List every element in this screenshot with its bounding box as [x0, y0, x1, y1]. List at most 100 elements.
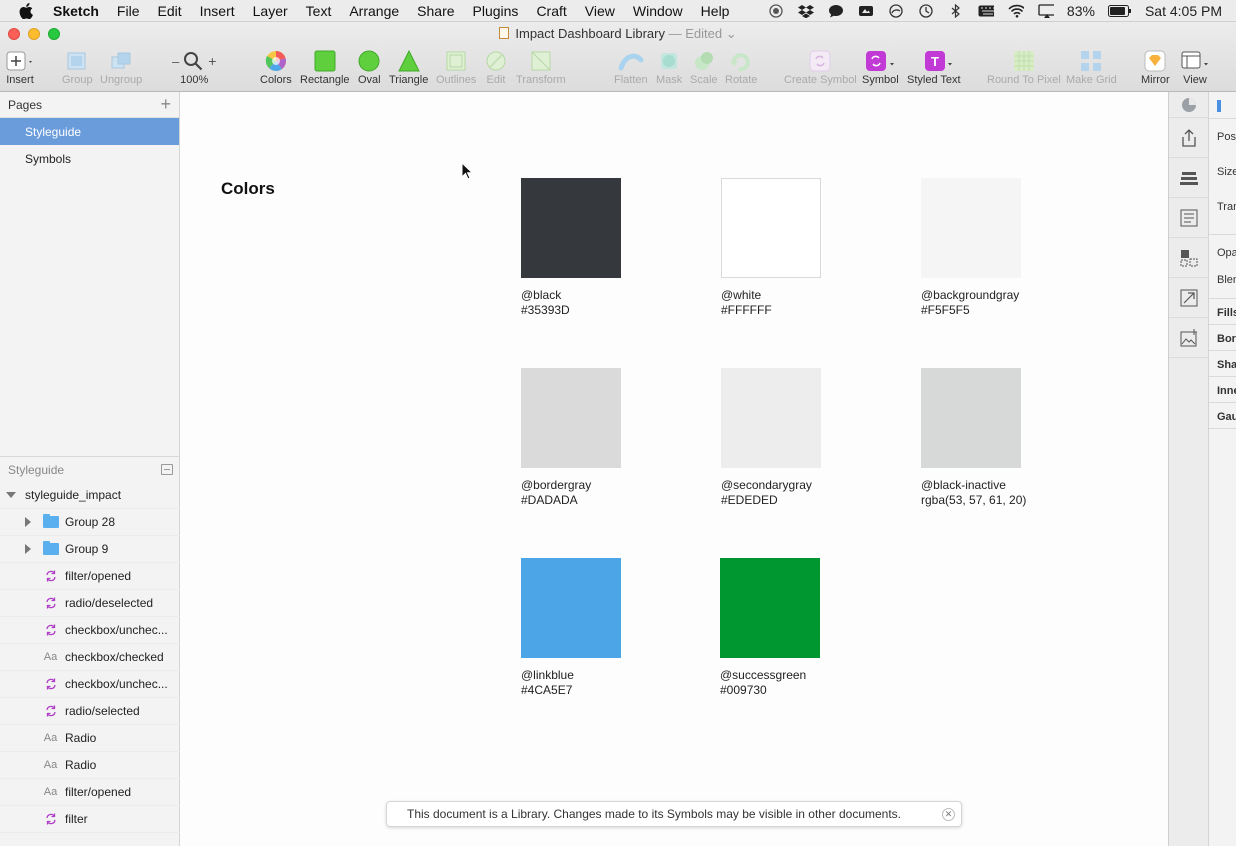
- menu-arrange[interactable]: Arrange: [349, 3, 399, 19]
- menu-clock[interactable]: Sat 4:05 PM: [1145, 3, 1222, 19]
- wifi-icon[interactable]: [1008, 4, 1024, 18]
- transform-button[interactable]: Transform: [516, 50, 566, 86]
- swatch-label[interactable]: @black #35393D: [521, 288, 570, 318]
- layer-item[interactable]: radio/selected: [0, 698, 180, 725]
- swatch-label[interactable]: @bordergray #DADADA: [521, 478, 591, 508]
- mask-button[interactable]: Mask: [656, 50, 682, 86]
- edit-button[interactable]: Edit: [485, 50, 507, 86]
- layers-stack-button[interactable]: [1169, 158, 1209, 198]
- loop-icon[interactable]: [888, 4, 904, 18]
- airplay-icon[interactable]: [1038, 4, 1054, 18]
- menu-insert[interactable]: Insert: [200, 3, 235, 19]
- zoom-control[interactable]: – + 100%: [172, 50, 216, 86]
- fills-section[interactable]: Fills: [1217, 307, 1236, 319]
- bluetooth-icon[interactable]: [948, 4, 964, 18]
- swatch-successgreen[interactable]: [720, 558, 820, 658]
- styled-text-button[interactable]: T Styled Text: [907, 50, 961, 86]
- edited-indicator[interactable]: — Edited: [669, 26, 722, 41]
- flatten-button[interactable]: Flatten: [614, 50, 648, 86]
- create-symbol-button[interactable]: Create Symbol: [784, 50, 857, 86]
- borders-section[interactable]: Bor: [1217, 333, 1236, 345]
- resize-button[interactable]: [1169, 278, 1209, 318]
- battery-icon[interactable]: [1107, 4, 1132, 18]
- menu-help[interactable]: Help: [701, 3, 730, 19]
- inner-shadows-section[interactable]: Inne: [1217, 385, 1236, 397]
- zoom-in-button[interactable]: +: [208, 53, 216, 69]
- align-left-icon[interactable]: [1217, 100, 1221, 112]
- add-page-icon[interactable]: +: [160, 95, 171, 113]
- triangle-tool-button[interactable]: Triangle: [389, 50, 428, 86]
- layer-item[interactable]: Aa Radio: [0, 752, 180, 779]
- layer-artboard[interactable]: styleguide_impact: [0, 482, 180, 509]
- insert-button[interactable]: Insert: [6, 50, 34, 86]
- swatch-bordergray[interactable]: [521, 368, 621, 468]
- layer-item[interactable]: Group 28: [0, 509, 180, 536]
- swatch-black[interactable]: [521, 178, 621, 278]
- menu-app[interactable]: Sketch: [53, 3, 99, 19]
- close-icon[interactable]: ✕: [942, 808, 955, 821]
- shadows-section[interactable]: Sha: [1217, 359, 1236, 371]
- symbol-button[interactable]: Symbol: [862, 50, 899, 86]
- outlines-button[interactable]: Outlines: [436, 50, 476, 86]
- chat-bubble-icon[interactable]: [828, 4, 844, 18]
- oval-tool-button[interactable]: Oval: [358, 50, 381, 86]
- menu-craft[interactable]: Craft: [536, 3, 566, 19]
- group-button[interactable]: Group: [62, 50, 93, 86]
- menu-file[interactable]: File: [117, 3, 140, 19]
- layer-item[interactable]: Aa filter/opened: [0, 779, 180, 806]
- record-icon[interactable]: [768, 4, 784, 18]
- swatch-linkblue[interactable]: [521, 558, 621, 658]
- text-list-button[interactable]: [1169, 198, 1209, 238]
- swatch-white[interactable]: [721, 178, 821, 278]
- align-objects-button[interactable]: [1169, 238, 1209, 278]
- swatch-label[interactable]: @linkblue #4CA5E7: [521, 668, 574, 698]
- layer-item[interactable]: filter: [0, 806, 180, 833]
- collapse-all-icon[interactable]: [161, 464, 173, 475]
- menu-text[interactable]: Text: [306, 3, 332, 19]
- style-tab[interactable]: [1169, 92, 1209, 118]
- disclosure-closed-icon[interactable]: [25, 544, 31, 554]
- gaussian-blur-section[interactable]: Gau: [1217, 411, 1236, 423]
- make-grid-button[interactable]: Make Grid: [1066, 50, 1117, 86]
- menu-view[interactable]: View: [585, 3, 615, 19]
- time-machine-icon[interactable]: [918, 4, 934, 18]
- cloud-drive-icon[interactable]: [858, 4, 874, 18]
- page-item-styleguide[interactable]: Styleguide: [0, 118, 179, 145]
- menu-plugins[interactable]: Plugins: [473, 3, 519, 19]
- disclosure-open-icon[interactable]: [6, 492, 16, 498]
- section-title[interactable]: Colors: [221, 179, 275, 199]
- rotate-button[interactable]: Rotate: [725, 50, 757, 86]
- mirror-button[interactable]: Mirror: [1141, 50, 1170, 86]
- disclosure-closed-icon[interactable]: [25, 517, 31, 527]
- layer-item[interactable]: radio/deselected: [0, 590, 180, 617]
- swatch-label[interactable]: @secondarygray #EDEDED: [721, 478, 812, 508]
- colors-button[interactable]: Colors: [260, 50, 292, 86]
- swatch-secondarygray[interactable]: [721, 368, 821, 468]
- rectangle-tool-button[interactable]: Rectangle: [300, 50, 350, 86]
- swatch-backgroundgray[interactable]: [921, 178, 1021, 278]
- swatch-black-inactive[interactable]: [921, 368, 1021, 468]
- chevron-down-icon[interactable]: ⌄: [726, 26, 737, 41]
- swatch-label[interactable]: @black-inactive rgba(53, 57, 61, 20): [921, 478, 1026, 508]
- page-item-symbols[interactable]: Symbols: [0, 145, 179, 172]
- menu-edit[interactable]: Edit: [157, 3, 181, 19]
- menu-layer[interactable]: Layer: [253, 3, 288, 19]
- dropbox-icon[interactable]: [797, 4, 814, 18]
- swatch-label[interactable]: @successgreen #009730: [720, 668, 806, 698]
- apple-icon[interactable]: [19, 2, 33, 19]
- menu-share[interactable]: Share: [417, 3, 454, 19]
- layer-item[interactable]: Aa Radio: [0, 725, 180, 752]
- swatch-label[interactable]: @backgroundgray #F5F5F5: [921, 288, 1019, 318]
- swatch-label[interactable]: @white #FFFFFF: [721, 288, 772, 318]
- layer-item[interactable]: filter/opened: [0, 563, 180, 590]
- ungroup-button[interactable]: Ungroup: [100, 50, 142, 86]
- image-export-button[interactable]: [1169, 318, 1209, 358]
- export-panel-button[interactable]: [1169, 118, 1209, 158]
- menu-window[interactable]: Window: [633, 3, 683, 19]
- scale-button[interactable]: Scale: [690, 50, 718, 86]
- keyboard-icon[interactable]: [978, 4, 994, 18]
- canvas[interactable]: Colors @black #35393D @white #FFFFFF @ba…: [180, 92, 1168, 846]
- zoom-out-button[interactable]: –: [172, 54, 179, 69]
- layer-item[interactable]: Group 9: [0, 536, 180, 563]
- layer-item[interactable]: Aa checkbox/checked: [0, 644, 180, 671]
